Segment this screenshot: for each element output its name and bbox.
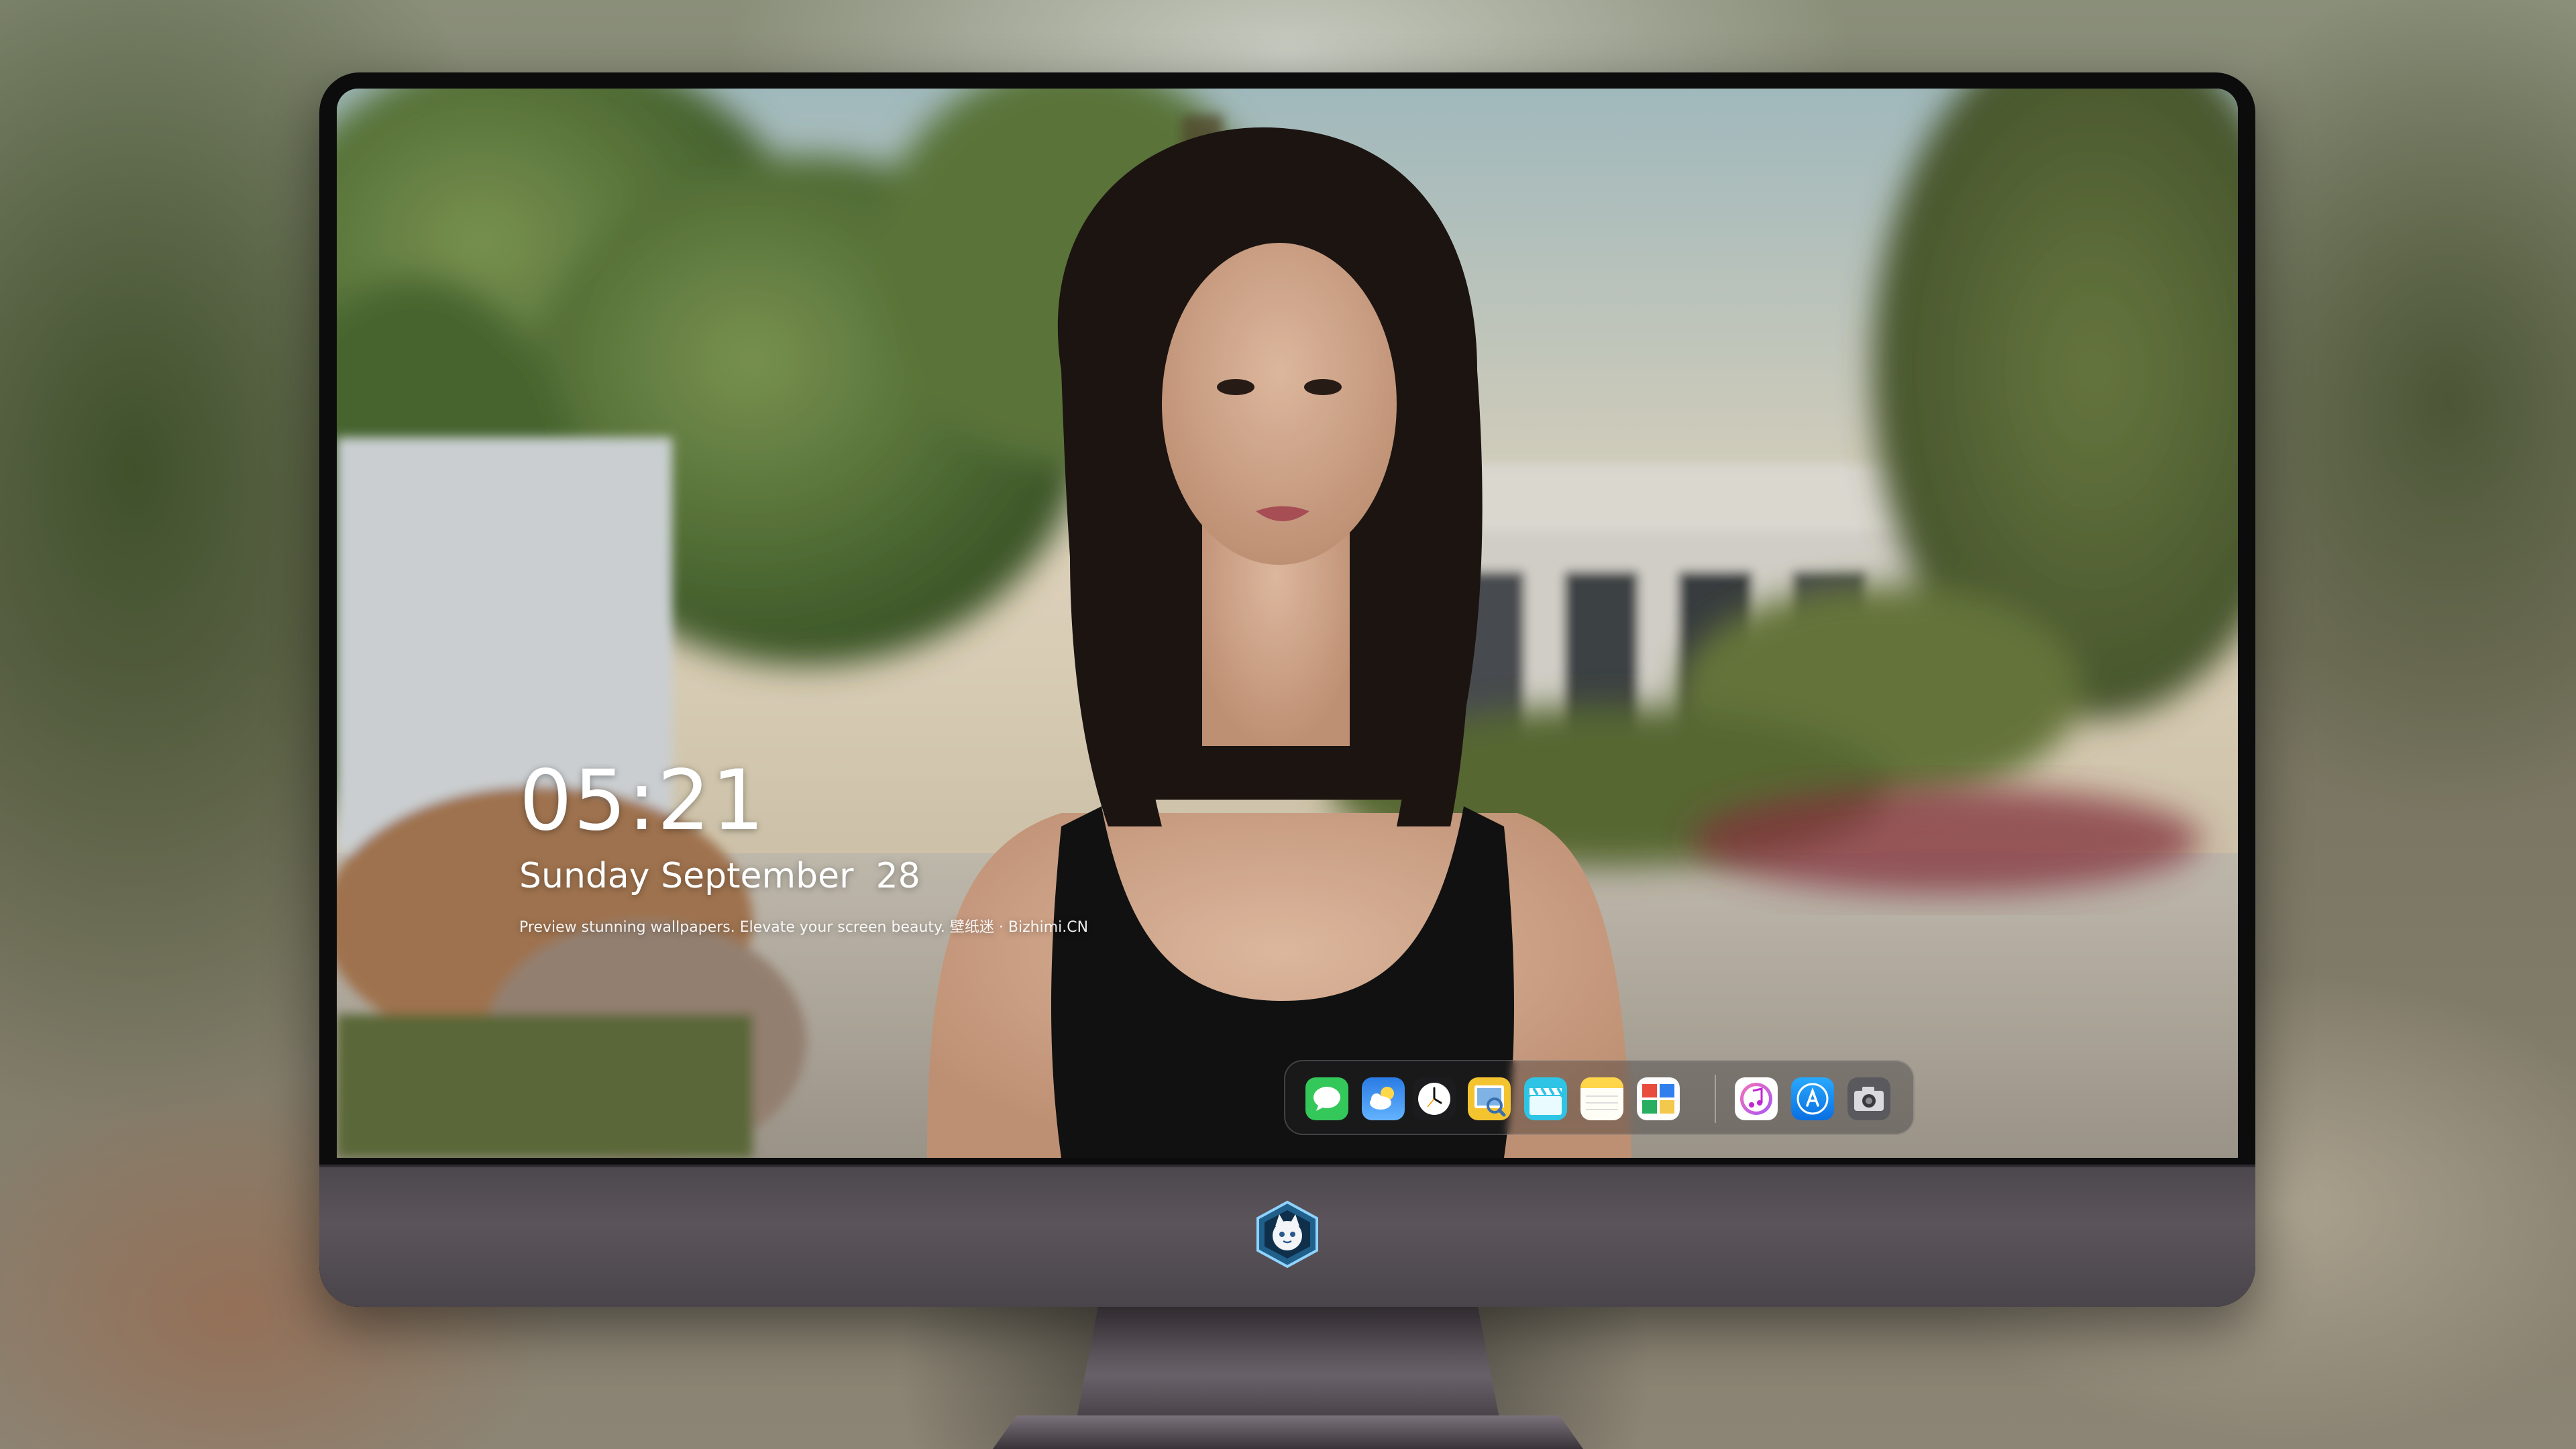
lock-screen-clock: 05:21 Sunday September 28 Preview stunni…	[519, 759, 1088, 935]
app-store-icon[interactable]	[1791, 1077, 1834, 1120]
wallpaper-image	[337, 89, 2238, 1158]
clapperboard-icon[interactable]	[1524, 1077, 1567, 1120]
messages-icon[interactable]	[1305, 1077, 1348, 1120]
wallpaper-caption: Preview stunning wallpapers. Elevate you…	[519, 919, 1089, 936]
weather-icon[interactable]	[1362, 1077, 1405, 1120]
imac-chin	[319, 1165, 2255, 1307]
clock-icon[interactable]	[1413, 1077, 1456, 1120]
imac-stand-base	[993, 1415, 1583, 1449]
notes-icon[interactable]	[1580, 1077, 1623, 1120]
dock-separator	[1715, 1075, 1716, 1123]
dock	[1284, 1060, 1915, 1135]
clock-date: Sunday September 28	[519, 856, 920, 896]
desktop-screen: 05:21 Sunday September 28 Preview stunni…	[337, 89, 2238, 1158]
camera-icon[interactable]	[1847, 1077, 1890, 1120]
music-icon[interactable]	[1735, 1077, 1778, 1120]
mascot-badge-icon	[1256, 1200, 1318, 1269]
photos-icon[interactable]	[1637, 1077, 1680, 1120]
imac-frame: 05:21 Sunday September 28 Preview stunni…	[319, 72, 2255, 1307]
clock-time: 05:21	[519, 753, 766, 849]
preview-icon[interactable]	[1468, 1077, 1511, 1120]
